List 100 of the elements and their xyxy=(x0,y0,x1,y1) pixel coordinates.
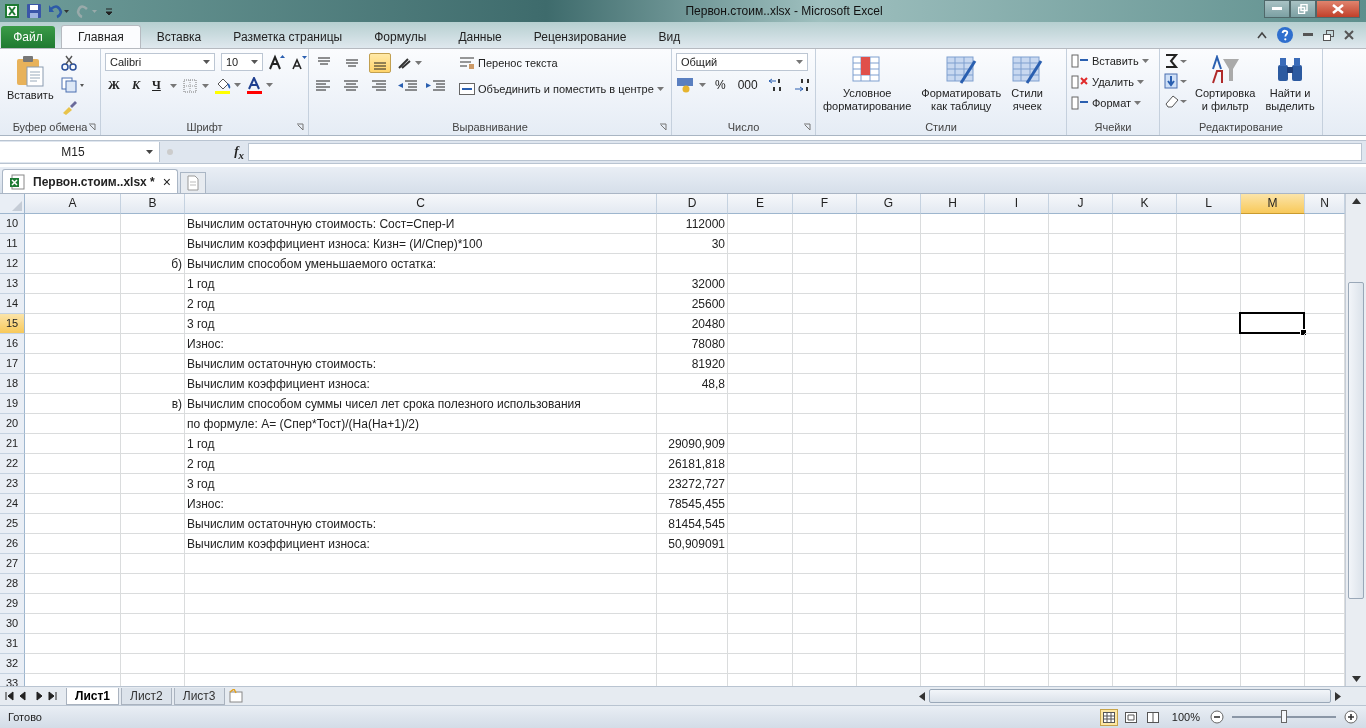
sheet-tab[interactable]: Лист2 xyxy=(121,687,172,705)
insert-function-button[interactable]: f$_{x}$ xyxy=(234,143,244,161)
currency-icon[interactable] xyxy=(676,77,706,93)
document-tab[interactable]: Первон.стоим..xlsx * × xyxy=(2,169,178,193)
column-header[interactable]: E xyxy=(728,194,793,214)
column-header[interactable]: K xyxy=(1113,194,1177,214)
row-header[interactable]: 13 xyxy=(0,274,25,294)
eraser-icon[interactable] xyxy=(1164,93,1188,109)
row-header[interactable]: 29 xyxy=(0,594,25,614)
fill-down-icon[interactable] xyxy=(1164,73,1188,89)
increase-indent-icon[interactable] xyxy=(425,79,447,93)
editing-button[interactable]: Сортировка и фильтр xyxy=(1192,53,1259,115)
thousands-button[interactable]: 000 xyxy=(734,77,761,93)
merge-center-button[interactable]: Объединить и поместить в центре xyxy=(459,79,664,99)
row-header[interactable]: 14 xyxy=(0,294,25,314)
row-header[interactable]: 30 xyxy=(0,614,25,634)
close-icon[interactable] xyxy=(1344,30,1354,40)
name-box[interactable]: M15 xyxy=(0,142,160,162)
ribbon-tab[interactable]: Главная xyxy=(61,25,141,48)
row-header[interactable]: 28 xyxy=(0,574,25,594)
styles-button[interactable]: Условное форматирование xyxy=(820,53,915,115)
restore-icon[interactable] xyxy=(1323,29,1334,41)
cells-button[interactable]: Удалить xyxy=(1071,72,1144,92)
autosum-icon[interactable] xyxy=(1164,53,1188,69)
dialog-launcher-icon[interactable] xyxy=(296,123,304,131)
italic-button[interactable]: К xyxy=(128,77,143,94)
scroll-right-icon[interactable] xyxy=(1335,691,1341,701)
dialog-launcher-icon[interactable] xyxy=(659,123,667,131)
minimize-icon[interactable] xyxy=(1303,33,1313,37)
scissors-icon[interactable] xyxy=(60,55,77,71)
column-header[interactable]: H xyxy=(921,194,985,214)
underline-button[interactable]: Ч xyxy=(149,77,164,94)
cells-button[interactable]: Формат xyxy=(1071,93,1142,113)
row-header[interactable]: 19 xyxy=(0,394,25,414)
sheet-tab[interactable]: Лист3 xyxy=(173,687,225,705)
scroll-down-icon[interactable] xyxy=(1351,676,1361,682)
scroll-thumb[interactable] xyxy=(929,689,1331,703)
column-header[interactable]: F xyxy=(793,194,857,214)
paste-button[interactable]: Вставить xyxy=(4,53,57,104)
zoom-in-icon[interactable] xyxy=(1344,710,1358,724)
bold-button[interactable]: Ж xyxy=(105,77,123,94)
dialog-launcher-icon[interactable] xyxy=(803,123,811,131)
row-header[interactable]: 15 xyxy=(0,314,25,334)
styles-button[interactable]: Стили ячеек xyxy=(1008,53,1047,115)
row-header[interactable]: 23 xyxy=(0,474,25,494)
close-tab-button[interactable]: × xyxy=(162,173,171,190)
scroll-up-icon[interactable] xyxy=(1351,198,1361,204)
row-header[interactable]: 20 xyxy=(0,414,25,434)
row-header[interactable]: 26 xyxy=(0,534,25,554)
column-header[interactable]: D xyxy=(657,194,728,214)
fill-color-icon[interactable] xyxy=(214,77,241,94)
dropdown-icon[interactable] xyxy=(169,83,177,88)
copy-icon[interactable] xyxy=(60,77,85,93)
row-header[interactable]: 25 xyxy=(0,514,25,534)
vertical-align-button[interactable] xyxy=(369,53,391,73)
ribbon-tab[interactable]: Рецензирование xyxy=(517,25,643,48)
cells-button[interactable]: Вставить xyxy=(1071,51,1149,71)
decrease-indent-icon[interactable] xyxy=(397,79,419,93)
row-header[interactable]: 31 xyxy=(0,634,25,654)
sheet-tab[interactable]: Лист1 xyxy=(66,687,120,705)
row-header[interactable]: 22 xyxy=(0,454,25,474)
row-header[interactable]: 32 xyxy=(0,654,25,674)
font-size-field[interactable]: 10 xyxy=(221,53,263,71)
zoom-out-icon[interactable] xyxy=(1210,710,1224,724)
column-header[interactable]: C xyxy=(185,194,657,214)
excel-logo-icon[interactable] xyxy=(4,3,20,19)
row-header[interactable]: 24 xyxy=(0,494,25,514)
column-header[interactable]: J xyxy=(1049,194,1113,214)
shrink-font-icon[interactable] xyxy=(291,54,307,70)
vertical-scrollbar[interactable] xyxy=(1345,194,1366,686)
zoom-slider-thumb[interactable] xyxy=(1281,710,1287,723)
column-header[interactable]: L xyxy=(1177,194,1241,214)
save-icon[interactable] xyxy=(26,3,42,19)
file-tab[interactable]: Файл xyxy=(1,26,55,48)
zoom-level[interactable]: 100% xyxy=(1171,711,1200,723)
column-header[interactable]: I xyxy=(985,194,1049,214)
column-header[interactable]: N xyxy=(1305,194,1345,214)
dialog-launcher-icon[interactable] xyxy=(88,123,96,131)
row-header[interactable]: 11 xyxy=(0,234,25,254)
text-orientation-icon[interactable] xyxy=(397,56,423,70)
row-header[interactable]: 27 xyxy=(0,554,25,574)
ribbon-tab[interactable]: Данные xyxy=(442,25,518,48)
grow-font-icon[interactable] xyxy=(269,54,285,70)
scroll-thumb[interactable] xyxy=(1348,281,1364,599)
editing-button[interactable]: Найти и выделить xyxy=(1262,53,1318,115)
styles-button[interactable]: Форматировать как таблицу xyxy=(918,53,1005,115)
font-family-field[interactable]: Calibri xyxy=(105,53,215,71)
restore-button[interactable] xyxy=(1290,0,1316,18)
row-header[interactable]: 12 xyxy=(0,254,25,274)
column-header[interactable]: M xyxy=(1241,194,1305,214)
row-header[interactable]: 16 xyxy=(0,334,25,354)
ribbon-tab[interactable]: Вставка xyxy=(140,25,218,48)
help-icon[interactable] xyxy=(1277,27,1293,43)
column-header[interactable]: B xyxy=(121,194,185,214)
ribbon-tab[interactable]: Вид xyxy=(642,25,697,48)
row-header[interactable]: 10 xyxy=(0,214,25,234)
wrap-text-button[interactable]: Перенос текста xyxy=(459,53,664,73)
row-header[interactable]: 18 xyxy=(0,374,25,394)
column-header[interactable]: A xyxy=(25,194,121,214)
view-button[interactable] xyxy=(1099,708,1118,726)
